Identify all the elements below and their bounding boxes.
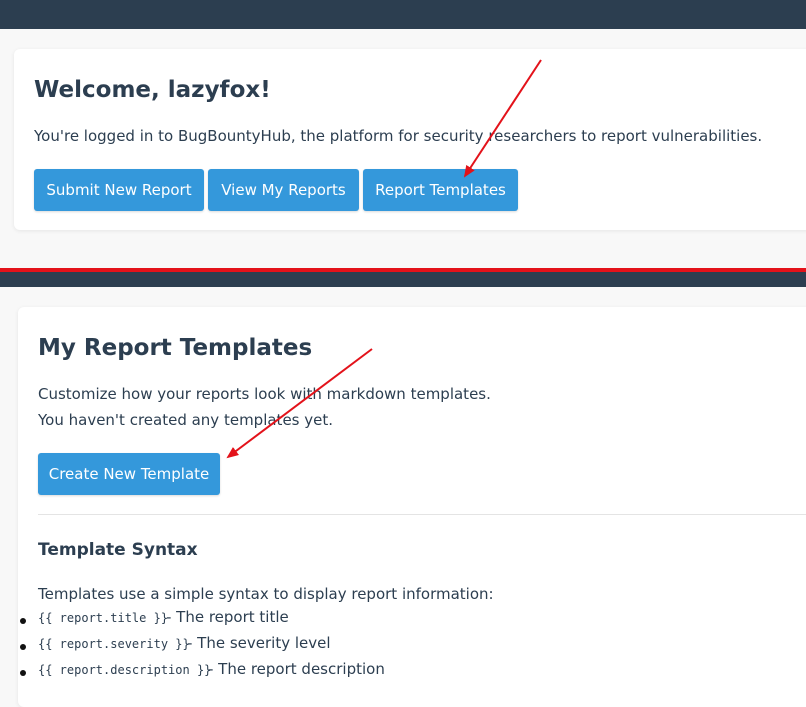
- section-divider: [38, 514, 806, 515]
- bullet-icon: [20, 618, 26, 624]
- template-syntax-intro: Templates use a simple syntax to display…: [38, 585, 494, 603]
- templates-description: Customize how your reports look with mar…: [38, 385, 491, 403]
- create-new-template-button[interactable]: Create New Template: [38, 453, 220, 495]
- template-syntax-heading: Template Syntax: [38, 540, 198, 560]
- syntax-code: {{ report.severity }}: [38, 637, 190, 651]
- view-my-reports-button[interactable]: View My Reports: [208, 169, 359, 211]
- syntax-code: {{ report.description }}: [38, 663, 212, 677]
- welcome-title: Welcome, lazyfox!: [34, 77, 271, 103]
- welcome-card: Welcome, lazyfox! You're logged in to Bu…: [14, 49, 806, 230]
- top-navbar-2: [0, 272, 806, 287]
- welcome-subtitle: You're logged in to BugBountyHub, the pl…: [34, 127, 763, 145]
- syntax-description: - The severity level: [187, 634, 331, 652]
- bullet-icon: [20, 670, 26, 676]
- templates-title: My Report Templates: [38, 335, 313, 361]
- syntax-description: - The report description: [208, 660, 385, 678]
- top-navbar: [0, 0, 806, 29]
- syntax-code: {{ report.title }}: [38, 611, 169, 625]
- submit-new-report-button[interactable]: Submit New Report: [34, 169, 204, 211]
- syntax-description: - The report title: [166, 608, 289, 626]
- bullet-icon: [20, 644, 26, 650]
- report-templates-button[interactable]: Report Templates: [363, 169, 518, 211]
- templates-empty-message: You haven't created any templates yet.: [38, 411, 334, 429]
